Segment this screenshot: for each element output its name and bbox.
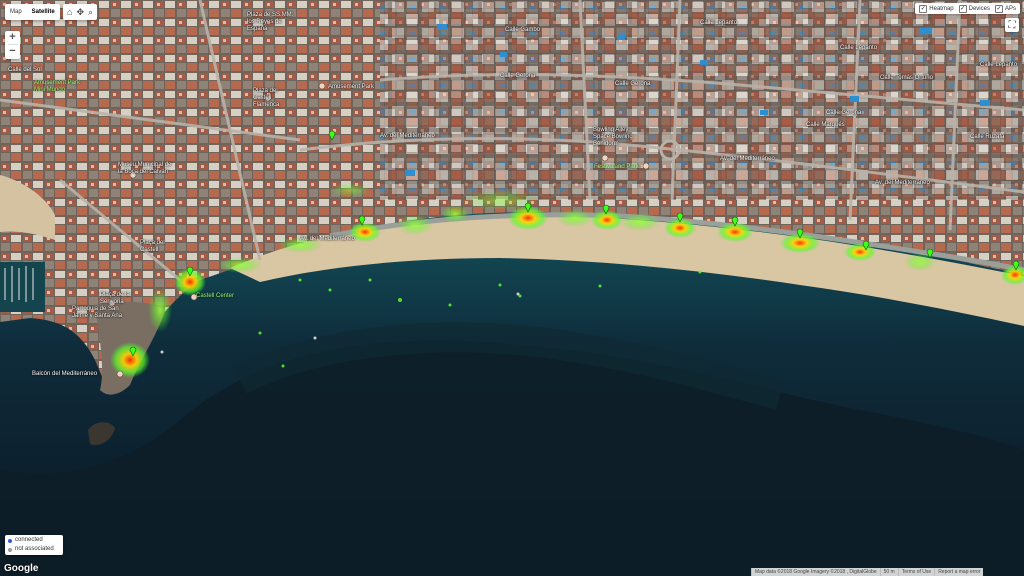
place-label: Parroquia de San Jaime y Santa Ana xyxy=(72,306,123,319)
place-label: Plaça del Castell xyxy=(140,240,165,253)
devices-toggle[interactable]: ✓ Devices xyxy=(958,4,990,13)
attribution-bar: Map data ©2018 Google Imagery ©2018 , Di… xyxy=(751,568,984,576)
checkbox-checked-icon[interactable]: ✓ xyxy=(958,4,967,13)
map-type-satellite-button[interactable]: Satellite xyxy=(27,4,60,20)
poi-label: Amusement Park xyxy=(328,84,375,90)
map-legend: connected not associated xyxy=(5,535,63,555)
legend-item-connected: connected xyxy=(8,536,60,545)
legend-label: connected xyxy=(15,537,43,543)
scale-bar[interactable]: 50 m xyxy=(879,568,898,576)
layer-toggles: ✓ Heatmap ✓ Devices ✓ APs xyxy=(915,3,1020,14)
street-label: Calle Tomás Ortuño xyxy=(880,75,933,81)
aps-label: APs xyxy=(1004,5,1016,12)
heatmap-label: Heatmap xyxy=(929,5,954,12)
search-icon[interactable]: ⌕ xyxy=(88,4,93,20)
zoom-control: + − xyxy=(5,31,20,59)
street-label: Calle Lepanto xyxy=(840,45,878,51)
street-label: Calle Gambo xyxy=(505,27,541,33)
place-label: Plaza de SS.MM. los Reyes de España xyxy=(247,12,294,32)
terms-link[interactable]: Terms of Use xyxy=(897,568,935,576)
zoom-out-button[interactable]: − xyxy=(9,45,15,58)
map-type-control: Map Satellite xyxy=(5,4,60,20)
connected-dot-icon xyxy=(8,538,12,543)
street-label: Calle Lepanto xyxy=(980,62,1018,68)
map-type-map-button[interactable]: Map xyxy=(5,4,27,20)
street-label: Calle del Sol xyxy=(8,67,42,73)
heatmap-toggle[interactable]: ✓ Heatmap xyxy=(919,4,954,13)
checkbox-checked-icon[interactable]: ✓ xyxy=(994,4,1003,13)
street-label: Calle Marqués xyxy=(806,122,845,128)
poi-label: Castell Center xyxy=(196,293,235,299)
place-label: Balcón del Mediterráneo xyxy=(32,371,98,377)
poi-label: Festivaland Park xyxy=(594,164,639,170)
street-label: Av. del Mediterráneo xyxy=(875,180,930,186)
street-label: Calle Ruzafa xyxy=(970,134,1005,140)
street-label: Av. del Mediterráneo xyxy=(380,133,435,139)
street-label: Av. del Mediterráneo xyxy=(300,236,355,242)
pan-icon[interactable]: ✥ xyxy=(76,4,84,20)
poi-label: Amusement Park Mini Mundo xyxy=(34,80,81,93)
street-label: Calle Lepanto xyxy=(700,20,738,26)
street-label: Calle Gerona xyxy=(615,81,651,87)
satellite-map[interactable]: Calle del Sol Plaza de SS.MM. los Reyes … xyxy=(0,0,1024,576)
fullscreen-icon: ⛶ xyxy=(1008,19,1016,31)
street-label: Calle Gerona xyxy=(826,110,862,116)
street-label: Av. del Mediterráneo xyxy=(720,156,775,162)
place-label: Plaza del Castell Flamenca xyxy=(253,88,280,108)
report-error-link[interactable]: Report a map error xyxy=(934,568,984,576)
home-icon[interactable]: ⌂ xyxy=(67,4,72,20)
zoom-in-button[interactable]: + xyxy=(9,31,15,44)
fullscreen-button[interactable]: ⛶ xyxy=(1005,18,1019,32)
place-label: Bowling Alley Space Bowling Benidorm xyxy=(593,127,633,147)
place-label: Museu Municipal de la Boca del Calvari xyxy=(118,162,172,175)
legend-item-not-associated: not associated xyxy=(8,545,60,554)
google-logo[interactable]: Google xyxy=(4,563,38,574)
street-label: Calle Gerona xyxy=(500,73,536,79)
map-data-attribution: Map data ©2018 Google Imagery ©2018 , Di… xyxy=(751,568,880,576)
devices-label: Devices xyxy=(968,5,990,12)
not-associated-dot-icon xyxy=(8,547,12,552)
map-tools: ⌂ ✥ ⌕ xyxy=(63,4,98,20)
legend-label: not associated xyxy=(15,546,54,552)
map-imagery xyxy=(0,0,1024,576)
checkbox-checked-icon[interactable]: ✓ xyxy=(919,4,928,13)
place-label: Plaça de la Senyoria xyxy=(100,292,130,305)
aps-toggle[interactable]: ✓ APs xyxy=(994,4,1016,13)
